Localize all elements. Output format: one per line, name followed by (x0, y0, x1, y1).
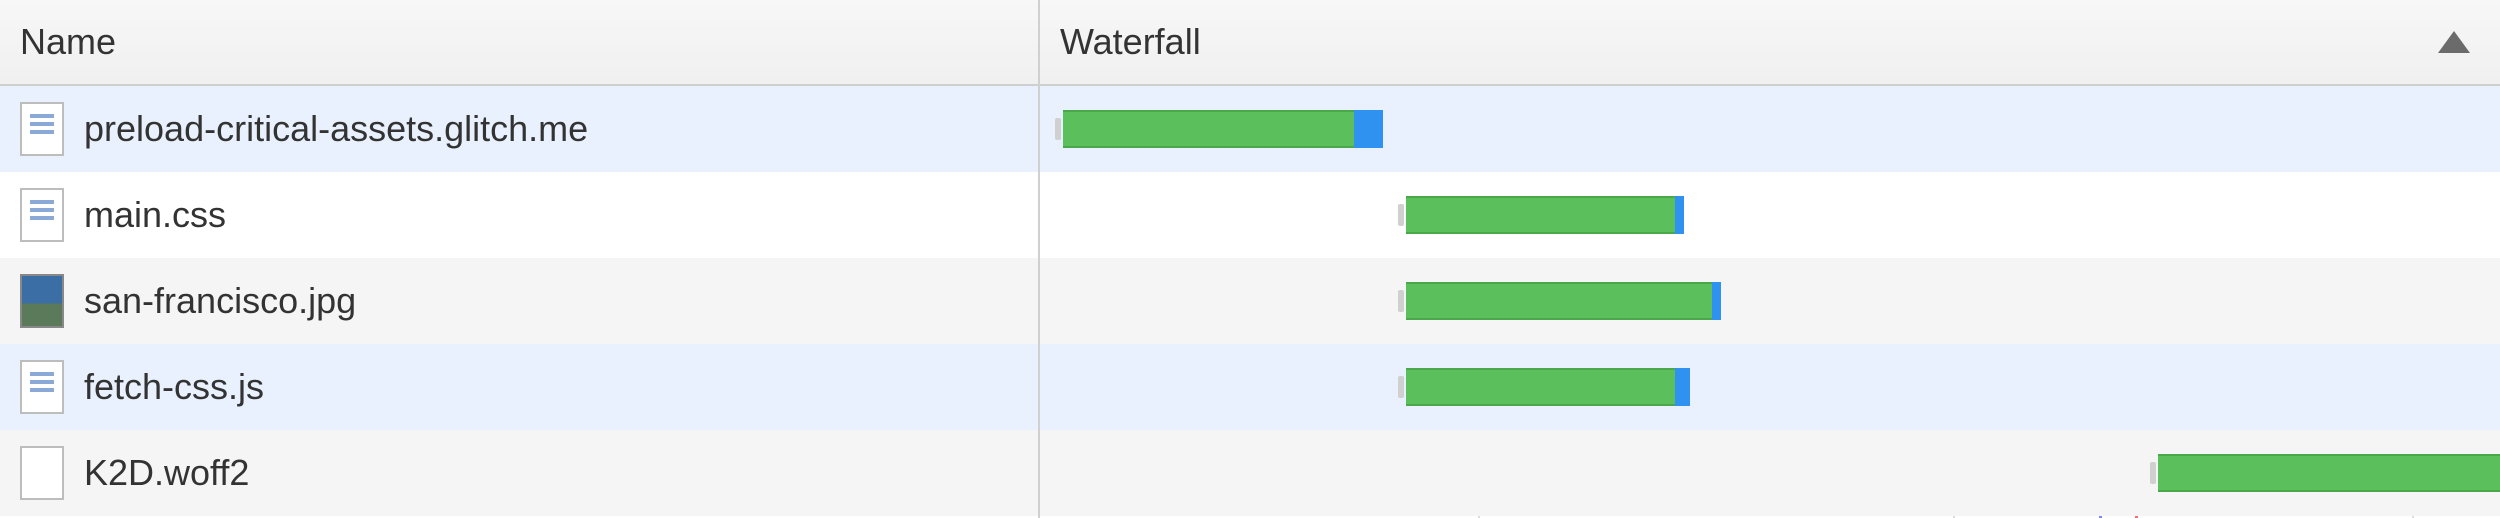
content-download-segment (1675, 196, 1684, 234)
waiting-ttfb-segment (1063, 110, 1355, 148)
waterfall-row[interactable] (1040, 344, 2500, 430)
waterfall-column-header[interactable]: Waterfall (1040, 0, 2500, 86)
font-file-icon (20, 446, 64, 500)
request-name: san-francisco.jpg (84, 280, 356, 322)
queueing-segment (2150, 462, 2156, 484)
waterfall-row[interactable] (1040, 258, 2500, 344)
content-download-segment (1712, 282, 1721, 320)
timing-bar[interactable] (1398, 282, 1721, 320)
waterfall-row[interactable] (1040, 172, 2500, 258)
request-name: fetch-css.js (84, 366, 264, 408)
request-row[interactable]: fetch-css.js (0, 344, 1038, 430)
content-download-segment (1675, 368, 1690, 406)
timing-bar[interactable] (1398, 368, 1690, 406)
request-row[interactable]: K2D.woff2 (0, 430, 1038, 516)
queueing-segment (1055, 118, 1061, 140)
waterfall-body (1040, 86, 2500, 518)
content-download-segment (1354, 110, 1383, 148)
document-file-icon (20, 188, 64, 242)
queueing-segment (1398, 290, 1404, 312)
request-name: preload-critical-assets.glitch.me (84, 108, 588, 150)
request-name: main.css (84, 194, 226, 236)
document-file-icon (20, 360, 64, 414)
waiting-ttfb-segment (1406, 368, 1676, 406)
timing-bar[interactable] (1055, 110, 1384, 148)
waiting-ttfb-segment (2158, 454, 2500, 492)
waterfall-row[interactable] (1040, 430, 2500, 516)
waiting-ttfb-segment (1406, 282, 1712, 320)
queueing-segment (1398, 376, 1404, 398)
request-row[interactable]: main.css (0, 172, 1038, 258)
name-rows: preload-critical-assets.glitch.me main.cs… (0, 86, 1038, 518)
request-name: K2D.woff2 (84, 452, 249, 494)
timing-bar[interactable] (2150, 454, 2500, 492)
name-column: Name preload-critical-assets.glitch.me ma… (0, 0, 1040, 518)
name-header-label: Name (20, 21, 116, 63)
request-row[interactable]: san-francisco.jpg (0, 258, 1038, 344)
request-row[interactable]: preload-critical-assets.glitch.me (0, 86, 1038, 172)
image-file-icon (20, 274, 64, 328)
timing-bar[interactable] (1398, 196, 1684, 234)
waiting-ttfb-segment (1406, 196, 1676, 234)
network-panel: Name preload-critical-assets.glitch.me ma… (0, 0, 2500, 518)
name-column-header[interactable]: Name (0, 0, 1038, 86)
document-file-icon (20, 102, 64, 156)
sort-ascending-icon (2438, 31, 2470, 53)
waterfall-rows (1040, 86, 2500, 518)
waterfall-column: Waterfall (1040, 0, 2500, 518)
queueing-segment (1398, 204, 1404, 226)
waterfall-header-label: Waterfall (1060, 21, 1201, 63)
waterfall-row[interactable] (1040, 86, 2500, 172)
